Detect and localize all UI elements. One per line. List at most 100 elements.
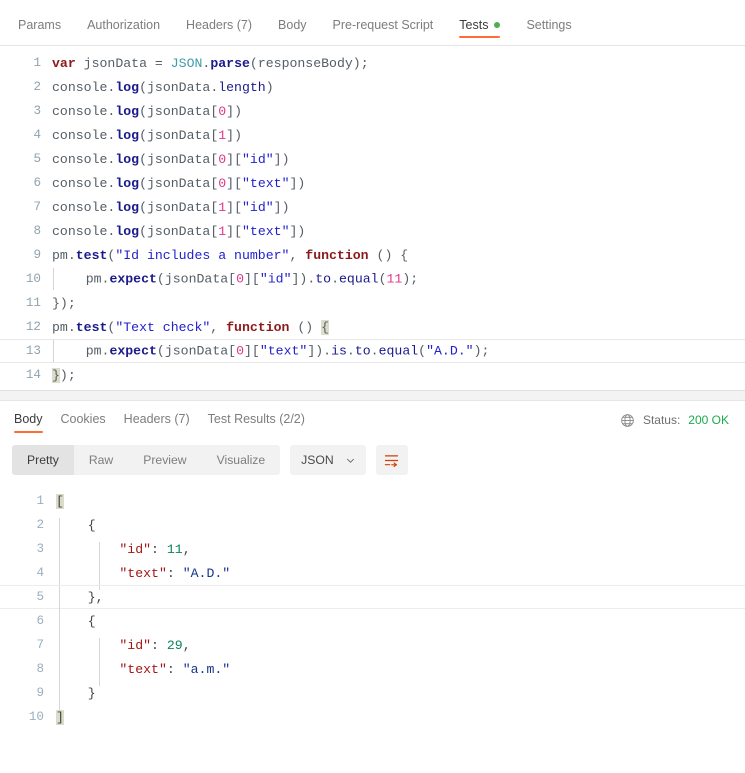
request-tab-tests[interactable]: Tests bbox=[449, 17, 510, 46]
code-line-text: pm.test("Id includes a number", function… bbox=[52, 247, 409, 263]
view-mode-raw[interactable]: Raw bbox=[74, 445, 128, 475]
body-view-mode-group: Pretty Raw Preview Visualize bbox=[12, 445, 281, 475]
code-line-text: console.log(jsonData[0]["id"]) bbox=[52, 151, 290, 167]
request-tab-label: Pre-request Script bbox=[332, 17, 434, 32]
code-line[interactable]: 8 console.log(jsonData[1]["text"]) bbox=[0, 219, 745, 243]
code-line-number: 3 bbox=[33, 104, 41, 118]
code-line-list: 1 var jsonData = JSON.parse(responseBody)… bbox=[0, 46, 745, 387]
json-line[interactable]: 3 "id": 11, bbox=[0, 537, 745, 566]
code-line-number: 8 bbox=[33, 224, 41, 238]
request-tab-headers[interactable]: Headers (7) bbox=[176, 17, 262, 46]
view-mode-label: Preview bbox=[143, 453, 187, 467]
json-line-text: } bbox=[56, 685, 96, 710]
view-mode-pretty[interactable]: Pretty bbox=[12, 445, 74, 475]
view-mode-label: Raw bbox=[88, 453, 114, 467]
json-line[interactable]: 4 "text": "A.D." bbox=[0, 561, 745, 590]
view-mode-preview[interactable]: Preview bbox=[128, 445, 201, 475]
code-line-number: 5 bbox=[33, 152, 41, 166]
code-line-text: }); bbox=[52, 295, 76, 311]
request-tab-params[interactable]: Params bbox=[14, 18, 71, 46]
response-tab-test-results[interactable]: Test Results (2/2) bbox=[199, 403, 314, 438]
tests-indicator-dot bbox=[494, 21, 501, 28]
code-line-text: console.log(jsonData[0]["text"]) bbox=[52, 175, 306, 191]
json-line[interactable]: 6 { bbox=[0, 609, 745, 638]
json-line-number: 10 bbox=[28, 710, 44, 724]
response-tab-body[interactable]: Body bbox=[12, 403, 52, 438]
code-line[interactable]: 10 pm.expect(jsonData[0]["id"]).to.equal… bbox=[0, 267, 745, 291]
response-tab-headers[interactable]: Headers (7) bbox=[115, 403, 199, 438]
request-tab-label: Tests bbox=[459, 17, 489, 32]
view-mode-label: Visualize bbox=[216, 453, 266, 467]
code-line[interactable]: 6 console.log(jsonData[0]["text"]) bbox=[0, 171, 745, 195]
code-line-number: 11 bbox=[25, 296, 41, 310]
request-tab-label: Body bbox=[278, 17, 307, 32]
json-line-text: "id": 11, bbox=[56, 541, 191, 566]
json-line-number: 6 bbox=[36, 614, 44, 628]
code-line-text: console.log(jsonData.length) bbox=[52, 79, 274, 95]
code-line-text: console.log(jsonData[0]) bbox=[52, 103, 242, 119]
json-line[interactable]: 1[ bbox=[0, 489, 745, 513]
status-label: Status: bbox=[642, 413, 681, 427]
code-line-number: 10 bbox=[25, 272, 41, 286]
code-line-text: pm.expect(jsonData[0]["id"]).to.equal(11… bbox=[52, 268, 418, 290]
chevron-down-icon bbox=[346, 456, 355, 465]
request-tab-label: Settings bbox=[526, 17, 572, 32]
json-line-number: 4 bbox=[36, 566, 44, 580]
response-tab-cookies[interactable]: Cookies bbox=[52, 403, 115, 438]
code-line[interactable]: 13 pm.expect(jsonData[0]["text"]).is.to.… bbox=[0, 339, 745, 363]
response-tab-label: Cookies bbox=[60, 411, 106, 426]
response-status-area: Status: 200 OK bbox=[620, 413, 733, 428]
code-line[interactable]: 12 pm.test("Text check", function () { bbox=[0, 315, 745, 339]
json-line[interactable]: 10] bbox=[0, 705, 745, 729]
json-line[interactable]: 2 { bbox=[0, 513, 745, 542]
code-line-text: pm.test("Text check", function () { bbox=[52, 319, 330, 335]
request-tab-body[interactable]: Body bbox=[268, 17, 317, 46]
code-line-number: 9 bbox=[33, 248, 41, 262]
json-line[interactable]: 7 "id": 29, bbox=[0, 633, 745, 662]
word-wrap-button[interactable] bbox=[375, 445, 408, 475]
json-line[interactable]: 8 "text": "a.m." bbox=[0, 657, 745, 686]
code-line-text: console.log(jsonData[1]["id"]) bbox=[52, 199, 290, 215]
code-line-number: 1 bbox=[33, 56, 41, 70]
code-line[interactable]: 2 console.log(jsonData.length) bbox=[0, 75, 745, 99]
json-line-text: "id": 29, bbox=[56, 637, 191, 662]
json-line-text: "text": "A.D." bbox=[56, 565, 230, 590]
request-tab-authorization[interactable]: Authorization bbox=[77, 17, 170, 46]
code-line-number: 4 bbox=[33, 128, 41, 142]
status-code-value: 200 OK bbox=[688, 413, 729, 427]
json-line-text: { bbox=[56, 613, 96, 638]
code-line[interactable]: 7 console.log(jsonData[1]["id"]) bbox=[0, 195, 745, 219]
json-line[interactable]: 9 } bbox=[0, 681, 745, 710]
code-line[interactable]: 5 console.log(jsonData[0]["id"]) bbox=[0, 147, 745, 171]
response-tab-label: Test Results (2/2) bbox=[207, 411, 305, 426]
json-line-number: 8 bbox=[36, 662, 44, 676]
code-line-text: console.log(jsonData[1]) bbox=[52, 127, 242, 143]
tests-script-editor[interactable]: 1 var jsonData = JSON.parse(responseBody)… bbox=[0, 46, 745, 391]
request-tab-label: Authorization bbox=[87, 17, 161, 32]
request-tab-bar: Params Authorization Headers (7) Body Pr… bbox=[0, 0, 745, 46]
request-tab-pre-request-script[interactable]: Pre-request Script bbox=[323, 17, 444, 46]
json-line-number: 7 bbox=[36, 638, 44, 652]
view-mode-label: Pretty bbox=[27, 453, 59, 467]
json-line-number: 2 bbox=[36, 518, 44, 532]
code-line[interactable]: 1 var jsonData = JSON.parse(responseBody)… bbox=[0, 51, 745, 75]
json-line[interactable]: 5 }, bbox=[0, 585, 745, 614]
json-line-text: { bbox=[56, 517, 96, 542]
code-line[interactable]: 4 console.log(jsonData[1]) bbox=[0, 123, 745, 147]
json-line-list: 1[2 {3 "id": 11, 4 "text": "A.D." 5 }, 6 {7… bbox=[0, 489, 745, 729]
request-tab-settings[interactable]: Settings bbox=[516, 17, 581, 46]
body-format-select[interactable]: JSON bbox=[290, 445, 366, 475]
body-format-value: JSON bbox=[301, 453, 334, 467]
json-line-number: 9 bbox=[36, 686, 44, 700]
response-body-viewer[interactable]: 1[2 {3 "id": 11, 4 "text": "A.D." 5 }, 6 {7… bbox=[0, 485, 745, 729]
response-body-toolbar: Pretty Raw Preview Visualize JSON bbox=[0, 439, 745, 485]
code-line[interactable]: 3 console.log(jsonData[0]) bbox=[0, 99, 745, 123]
request-tab-label: Headers (7) bbox=[186, 17, 253, 32]
postman-request-response-pane: Params Authorization Headers (7) Body Pr… bbox=[0, 0, 745, 773]
view-mode-visualize[interactable]: Visualize bbox=[202, 445, 281, 475]
code-line[interactable]: 14}); bbox=[0, 363, 745, 387]
code-line[interactable]: 9 pm.test("Id includes a number", functio… bbox=[0, 243, 745, 267]
json-line-text: ] bbox=[56, 709, 64, 725]
code-line[interactable]: 11}); bbox=[0, 291, 745, 315]
panel-divider[interactable] bbox=[0, 391, 745, 401]
